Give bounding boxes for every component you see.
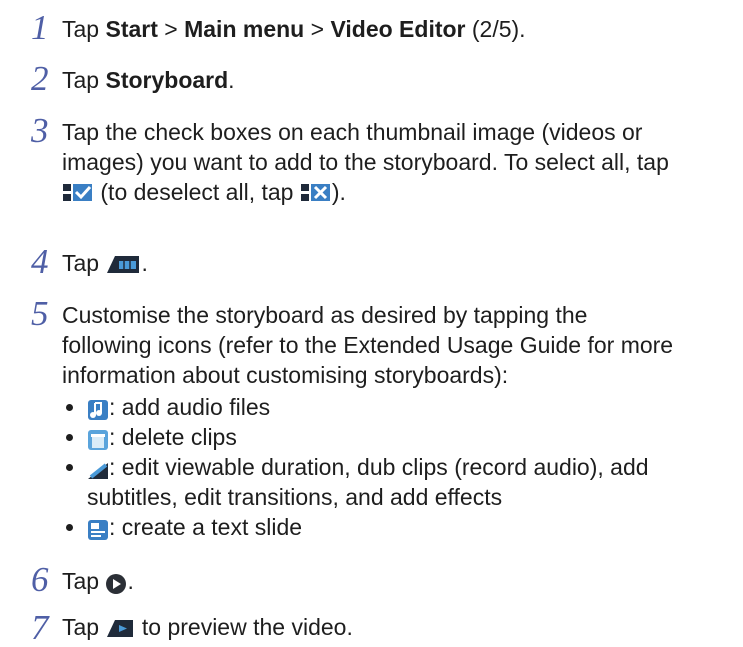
step-text: Tap .: [62, 248, 732, 278]
text-run: .: [228, 67, 235, 93]
list-item: : add audio files: [62, 392, 732, 422]
step-text: Tap .: [62, 566, 732, 596]
step-number: 2: [31, 59, 49, 98]
text-line: Tap the check boxes on each thumbnail im…: [62, 119, 643, 145]
step-number: 7: [31, 608, 49, 647]
step-number: 1: [31, 8, 49, 47]
text-run: (to deselect all, tap: [94, 179, 300, 205]
text-run: Tap: [62, 250, 106, 276]
text-run: to preview the video.: [135, 614, 353, 640]
text-run: .: [127, 568, 134, 594]
icon-list: : add audio files : delete clips: edit …: [62, 392, 732, 542]
text-run: (2/5).: [465, 16, 526, 42]
text-line: subtitles, edit transitions, and add eff…: [87, 484, 503, 510]
text-line: images) you want to add to the storyboar…: [62, 149, 669, 175]
text-run: Tap: [62, 568, 106, 594]
text-run: ).: [331, 179, 346, 205]
text-line: following icons (refer to the Extended U…: [62, 332, 674, 358]
list-item: : delete clips: [62, 422, 732, 452]
text-run: >: [304, 16, 331, 42]
text-run: : create a text slide: [109, 514, 303, 540]
text-line: (to deselect all, tap ).: [62, 177, 732, 207]
select-all-icon: [62, 182, 94, 204]
audio-icon: [87, 399, 109, 420]
text-slide-icon: [87, 519, 109, 540]
step-text: Tap to preview the video.: [62, 612, 732, 642]
storyboard-label: Storyboard: [105, 67, 229, 93]
list-item: : edit viewable duration, dub clips (rec…: [62, 452, 732, 512]
menu-start: Start: [105, 16, 158, 42]
step-text: Tap Start > Main menu > Video Editor (2/…: [62, 14, 732, 44]
deselect-all-icon: [300, 182, 332, 204]
edit-clip-icon: [87, 459, 109, 479]
step-text: Tap the check boxes on each thumbnail im…: [62, 117, 732, 207]
text-run: : delete clips: [109, 424, 237, 450]
bullet: [66, 464, 73, 471]
text-run: : edit viewable duration, dub clips (rec…: [109, 454, 649, 480]
step-number: 3: [31, 111, 49, 150]
step-number: 6: [31, 560, 49, 599]
text-run: .: [141, 250, 148, 276]
list-item: : create a text slide: [62, 512, 732, 542]
bullet: [66, 524, 73, 531]
bullet: [66, 434, 73, 441]
step-text: Tap Storyboard.: [62, 65, 732, 95]
text-run: >: [157, 16, 185, 42]
preview-icon: [105, 616, 135, 638]
text-line: information about customising storyboard…: [62, 362, 509, 388]
play-icon: [105, 573, 127, 594]
storyboard-icon: [105, 252, 141, 274]
bullet: [66, 404, 73, 411]
step-text: Customise the storyboard as desired by t…: [62, 300, 732, 542]
text-run: : add audio files: [109, 394, 271, 420]
text-line: Customise the storyboard as desired by t…: [62, 302, 588, 328]
step-number: 5: [31, 294, 49, 333]
menu-video-editor: Video Editor: [330, 16, 466, 42]
text-run: Tap: [62, 67, 106, 93]
delete-clips-icon: [87, 429, 109, 450]
text-run: Tap: [62, 16, 106, 42]
text-run: Tap: [62, 614, 106, 640]
step-number: 4: [31, 242, 49, 281]
menu-main-menu: Main menu: [184, 16, 305, 42]
